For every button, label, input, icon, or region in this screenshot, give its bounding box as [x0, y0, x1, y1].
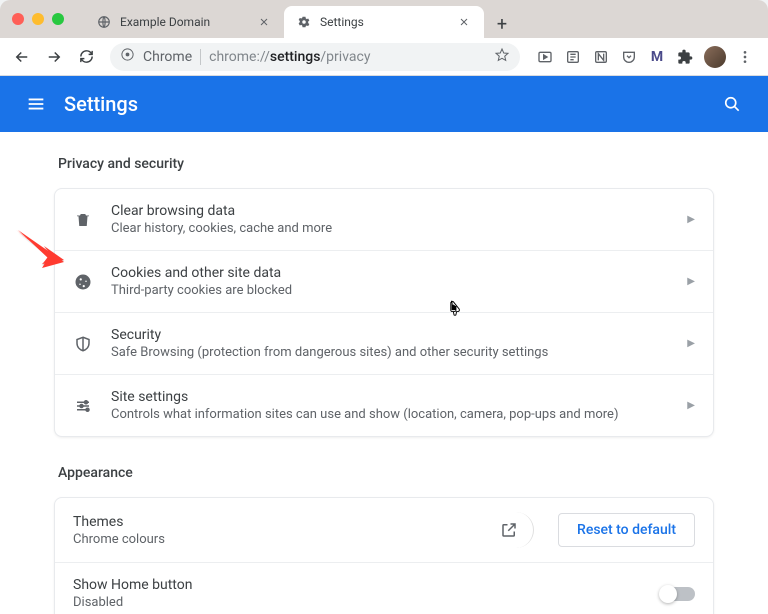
tab-title: Settings	[320, 15, 448, 29]
row-title: Security	[111, 327, 669, 343]
row-title: Site settings	[111, 389, 669, 405]
settings-page-body: Privacy and security Clear browsing data…	[0, 132, 768, 614]
back-button[interactable]	[8, 43, 36, 71]
window-titlebar: Example Domain Settings +	[0, 0, 768, 38]
row-subtitle: Clear history, cookies, cache and more	[111, 221, 669, 236]
globe-icon	[96, 14, 112, 30]
site-info-icon[interactable]	[120, 47, 135, 66]
chevron-right-icon: ▶	[687, 400, 695, 411]
sliders-icon	[73, 396, 93, 416]
row-subtitle: Third-party cookies are blocked	[111, 283, 669, 298]
row-subtitle: Chrome colours	[73, 532, 480, 547]
window-close-button[interactable]	[12, 13, 24, 25]
home-button-toggle[interactable]	[661, 587, 695, 601]
row-title: Clear browsing data	[111, 203, 669, 219]
chevron-right-icon: ▶	[687, 214, 695, 225]
window-minimize-button[interactable]	[32, 13, 44, 25]
address-url: chrome://settings/privacy	[209, 49, 370, 65]
reset-to-default-button[interactable]: Reset to default	[558, 513, 695, 547]
privacy-card: Clear browsing data Clear history, cooki…	[54, 188, 714, 437]
traffic-lights	[12, 13, 64, 25]
address-bar[interactable]: Chrome chrome://settings/privacy	[110, 43, 520, 71]
cookie-icon	[73, 272, 93, 292]
row-subtitle: Disabled	[73, 595, 643, 610]
extensions-puzzle-icon[interactable]	[676, 48, 694, 66]
new-tab-button[interactable]: +	[488, 10, 516, 38]
row-site-settings[interactable]: Site settings Controls what information …	[55, 374, 713, 436]
shield-icon	[73, 334, 93, 354]
pip-icon[interactable]	[536, 48, 554, 66]
tab-title: Example Domain	[120, 15, 248, 29]
browser-toolbar: Chrome chrome://settings/privacy M	[0, 38, 768, 76]
m-icon[interactable]: M	[648, 48, 666, 66]
forward-button[interactable]	[40, 43, 68, 71]
row-cookies[interactable]: Cookies and other site data Third-party …	[55, 250, 713, 312]
gear-icon	[296, 14, 312, 30]
page-title: Settings	[64, 92, 712, 116]
hamburger-menu-button[interactable]	[16, 84, 56, 124]
trash-icon	[73, 210, 93, 230]
appearance-card: Themes Chrome colours Reset to default S…	[54, 497, 714, 614]
search-button[interactable]	[712, 84, 752, 124]
notion-icon[interactable]	[592, 48, 610, 66]
pocket-icon[interactable]	[620, 48, 638, 66]
section-title-appearance: Appearance	[58, 465, 714, 481]
tab-close-button[interactable]	[456, 14, 472, 30]
row-title: Show Home button	[73, 577, 643, 593]
chrome-menu-icon[interactable]	[736, 48, 754, 66]
chevron-right-icon: ▶	[687, 338, 695, 349]
row-clear-browsing-data[interactable]: Clear browsing data Clear history, cooki…	[55, 189, 713, 250]
section-title-privacy: Privacy and security	[58, 156, 714, 172]
address-prefix-label: Chrome	[143, 49, 201, 65]
window-maximize-button[interactable]	[52, 13, 64, 25]
open-external-button[interactable]	[498, 512, 534, 548]
row-subtitle: Safe Browsing (protection from dangerous…	[111, 345, 669, 360]
tab-close-button[interactable]	[256, 14, 272, 30]
row-subtitle: Controls what information sites can use …	[111, 407, 669, 422]
reader-icon[interactable]	[564, 48, 582, 66]
browser-tab-example[interactable]: Example Domain	[84, 6, 284, 38]
browser-tab-settings[interactable]: Settings	[284, 6, 484, 38]
bookmark-star-icon[interactable]	[494, 47, 510, 67]
chevron-right-icon: ▶	[687, 276, 695, 287]
reload-button[interactable]	[72, 43, 100, 71]
row-title: Cookies and other site data	[111, 265, 669, 281]
row-themes[interactable]: Themes Chrome colours Reset to default	[55, 498, 713, 562]
profile-avatar[interactable]	[704, 46, 726, 68]
row-title: Themes	[73, 514, 480, 530]
row-security[interactable]: Security Safe Browsing (protection from …	[55, 312, 713, 374]
settings-header: Settings	[0, 76, 768, 132]
extension-icons: M	[530, 46, 760, 68]
row-home-button: Show Home button Disabled	[55, 562, 713, 614]
